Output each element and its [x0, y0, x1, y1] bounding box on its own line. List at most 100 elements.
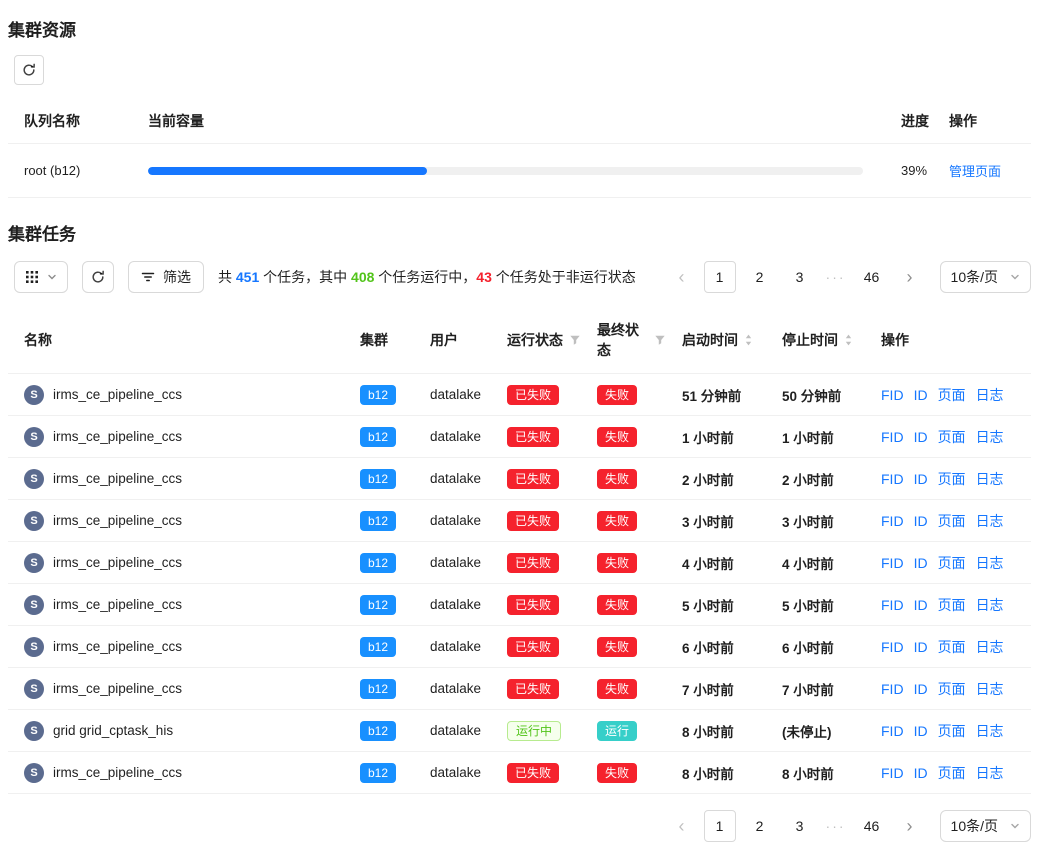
capacity-progress-bar [148, 167, 863, 175]
log-link[interactable]: 日志 [976, 763, 1004, 783]
manage-page-link[interactable]: 管理页面 [949, 164, 1001, 179]
page-button-last[interactable]: 46 [856, 261, 888, 293]
log-link[interactable]: 日志 [976, 595, 1004, 615]
fid-link[interactable]: FID [881, 555, 904, 571]
id-link[interactable]: ID [914, 723, 928, 739]
id-link[interactable]: ID [914, 639, 928, 655]
row-actions: FID ID 页面 日志 [873, 626, 1031, 667]
fid-link[interactable]: FID [881, 513, 904, 529]
filter-funnel-icon[interactable] [654, 334, 666, 346]
id-link[interactable]: ID [914, 597, 928, 613]
final-status-tag: 失败 [597, 469, 637, 489]
grid-icon [25, 270, 39, 284]
id-link[interactable]: ID [914, 681, 928, 697]
task-user: datalake [430, 555, 481, 570]
page-button-2[interactable]: 2 [744, 810, 776, 842]
start-time: 8 小时前 [674, 710, 774, 751]
cluster-tag: b12 [360, 721, 396, 741]
refresh-icon [91, 270, 105, 284]
task-user: datalake [430, 429, 481, 444]
page-ellipsis[interactable]: ··· [824, 818, 848, 834]
final-status-header: 最终状态 [589, 307, 674, 373]
final-status-tag: 失败 [597, 427, 637, 447]
prev-page-button[interactable]: ‹ [668, 261, 696, 293]
id-link[interactable]: ID [914, 429, 928, 445]
task-user: datalake [430, 639, 481, 654]
page-size-value: 10条/页 [951, 816, 998, 836]
fid-link[interactable]: FID [881, 639, 904, 655]
page-link[interactable]: 页面 [938, 721, 966, 741]
page-size-select[interactable]: 10条/页 [940, 810, 1031, 842]
sorter-icon[interactable] [844, 333, 853, 347]
tasks-refresh-button[interactable] [82, 261, 114, 293]
id-link[interactable]: ID [914, 471, 928, 487]
log-link[interactable]: 日志 [976, 427, 1004, 447]
page-button-3[interactable]: 3 [784, 261, 816, 293]
page-link[interactable]: 页面 [938, 511, 966, 531]
row-actions: FID ID 页面 日志 [873, 584, 1031, 625]
page-link[interactable]: 页面 [938, 427, 966, 447]
page-link[interactable]: 页面 [938, 385, 966, 405]
cluster-header: 集群 [352, 317, 422, 363]
page-link[interactable]: 页面 [938, 553, 966, 573]
page-button-2[interactable]: 2 [744, 261, 776, 293]
capacity-progress-fill [148, 167, 427, 175]
task-summary: 共 451 个任务，其中 408 个任务运行中，43 个任务处于非运行状态 [218, 267, 654, 287]
fid-link[interactable]: FID [881, 723, 904, 739]
log-link[interactable]: 日志 [976, 553, 1004, 573]
next-page-button[interactable]: › [896, 261, 924, 293]
fid-link[interactable]: FID [881, 765, 904, 781]
cluster-resources-section: 集群资源 队列名称 当前容量 进度 操作 root (b12) [0, 16, 1039, 198]
filter-button[interactable]: 筛选 [128, 261, 204, 293]
page-button-last[interactable]: 46 [856, 810, 888, 842]
log-link[interactable]: 日志 [976, 721, 1004, 741]
id-link[interactable]: ID [914, 513, 928, 529]
log-link[interactable]: 日志 [976, 469, 1004, 489]
running-count: 408 [351, 269, 374, 285]
cluster-tag: b12 [360, 637, 396, 657]
task-name: irms_ce_pipeline_ccs [53, 765, 182, 780]
page-link[interactable]: 页面 [938, 763, 966, 783]
run-status-tag: 已失败 [507, 679, 559, 699]
row-actions: FID ID 页面 日志 [873, 374, 1031, 415]
filter-funnel-icon[interactable] [569, 334, 581, 346]
run-status-tag: 已失败 [507, 469, 559, 489]
task-name: irms_ce_pipeline_ccs [53, 639, 182, 654]
log-link[interactable]: 日志 [976, 637, 1004, 657]
resources-refresh-button[interactable] [14, 55, 44, 85]
id-link[interactable]: ID [914, 387, 928, 403]
page-size-select[interactable]: 10条/页 [940, 261, 1031, 293]
page-button-3[interactable]: 3 [784, 810, 816, 842]
page-link[interactable]: 页面 [938, 679, 966, 699]
page-button-1[interactable]: 1 [704, 261, 736, 293]
task-name-cell: S irms_ce_pipeline_ccs [8, 500, 352, 541]
task-name-cell: S irms_ce_pipeline_ccs [8, 542, 352, 583]
fid-link[interactable]: FID [881, 681, 904, 697]
page-link[interactable]: 页面 [938, 637, 966, 657]
page-button-1[interactable]: 1 [704, 810, 736, 842]
fid-link[interactable]: FID [881, 429, 904, 445]
prev-page-button[interactable]: ‹ [668, 810, 696, 842]
id-link[interactable]: ID [914, 555, 928, 571]
run-status-tag: 已失败 [507, 385, 559, 405]
page-ellipsis[interactable]: ··· [824, 269, 848, 285]
run-status-tag: 运行中 [507, 721, 561, 741]
id-link[interactable]: ID [914, 765, 928, 781]
table-row: S irms_ce_pipeline_ccs b12 datalake 已失败 … [8, 374, 1031, 416]
page-link[interactable]: 页面 [938, 469, 966, 489]
fid-link[interactable]: FID [881, 387, 904, 403]
sorter-icon[interactable] [744, 333, 753, 347]
stop-time: 4 小时前 [774, 542, 873, 583]
task-name: irms_ce_pipeline_ccs [53, 597, 182, 612]
task-name-cell: S irms_ce_pipeline_ccs [8, 458, 352, 499]
tasks-toolbar: 筛选 共 451 个任务，其中 408 个任务运行中，43 个任务处于非运行状态… [14, 261, 1031, 293]
page-link[interactable]: 页面 [938, 595, 966, 615]
log-link[interactable]: 日志 [976, 679, 1004, 699]
log-link[interactable]: 日志 [976, 385, 1004, 405]
column-settings-button[interactable] [14, 261, 68, 293]
fid-link[interactable]: FID [881, 597, 904, 613]
fid-link[interactable]: FID [881, 471, 904, 487]
row-actions: FID ID 页面 日志 [873, 668, 1031, 709]
next-page-button[interactable]: › [896, 810, 924, 842]
log-link[interactable]: 日志 [976, 511, 1004, 531]
